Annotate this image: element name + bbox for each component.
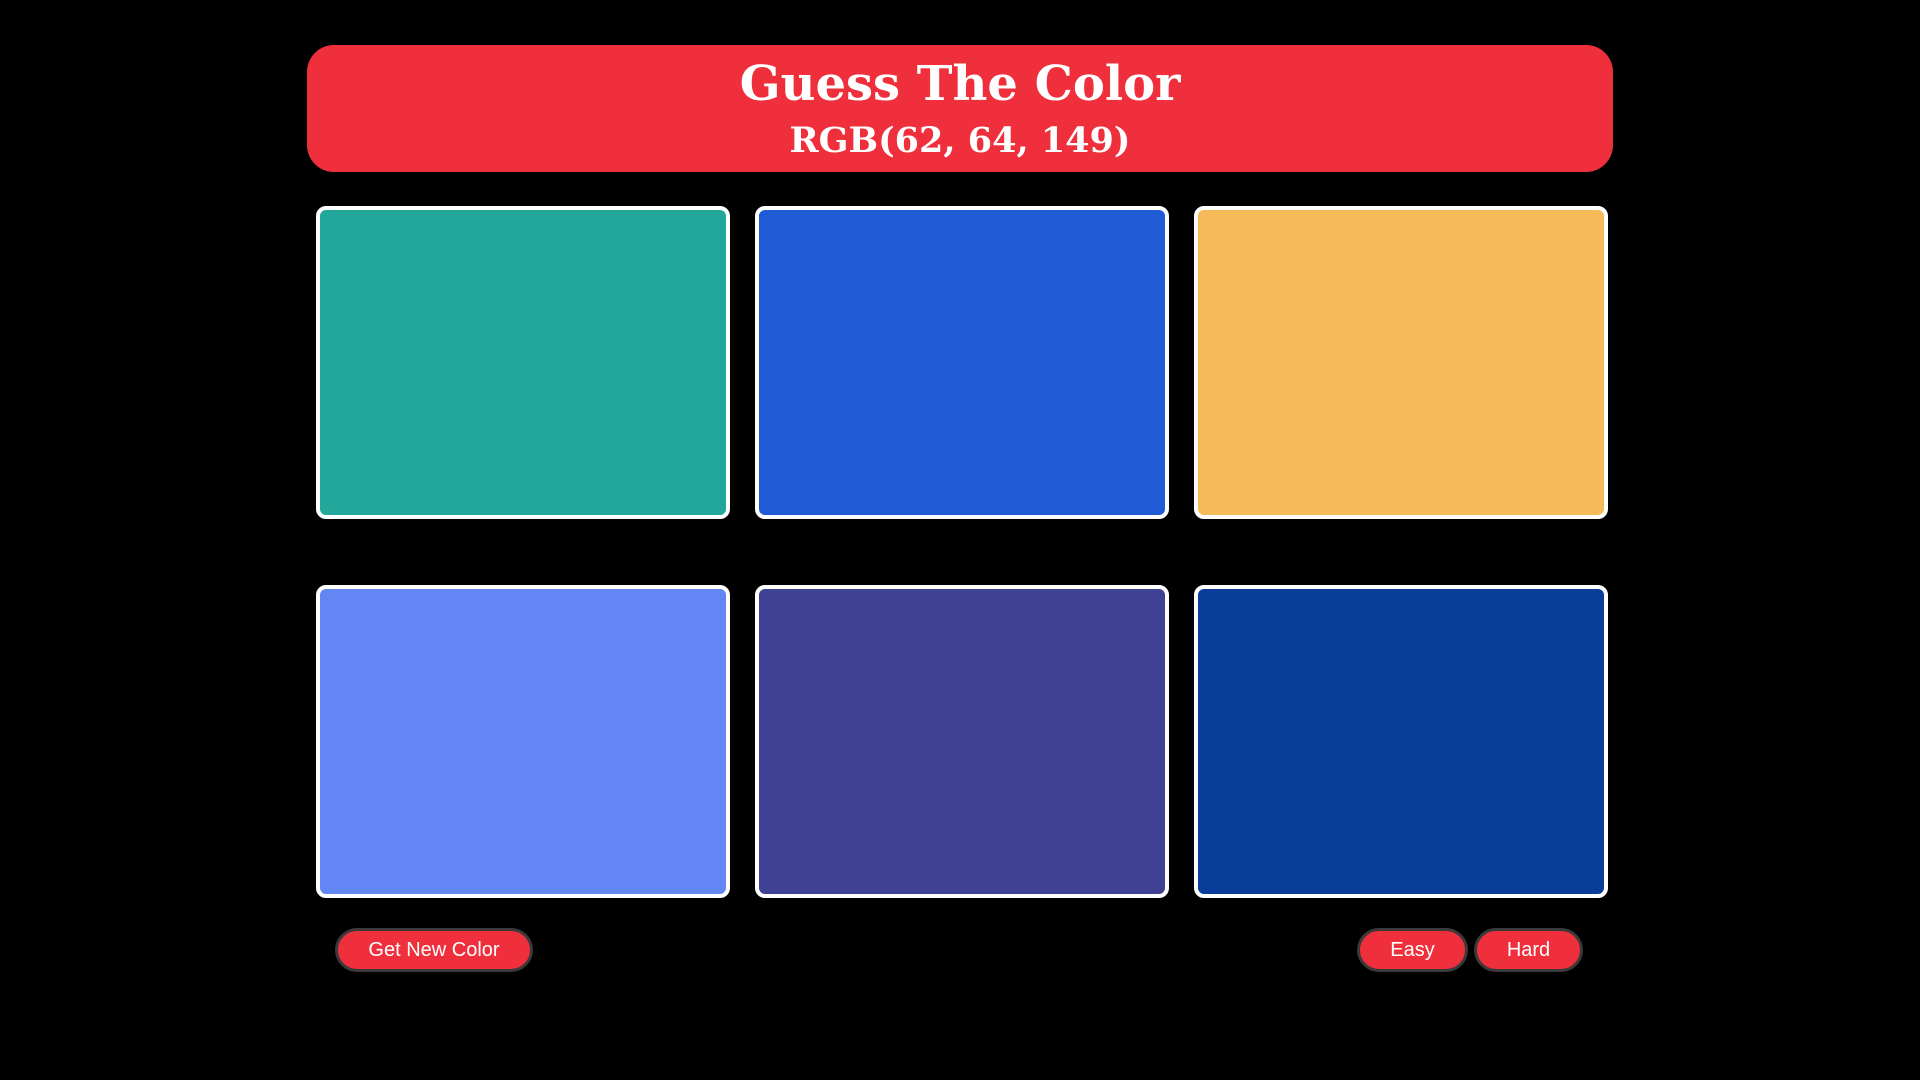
hard-mode-button[interactable]: Hard [1474,928,1583,972]
color-swatch[interactable] [755,585,1169,898]
guess-the-color-app: Guess The Color RGB(62, 64, 149) Get New… [0,0,1920,1080]
color-swatch[interactable] [316,585,730,898]
color-swatch[interactable] [755,206,1169,519]
color-swatch[interactable] [316,206,730,519]
color-swatch-grid [0,0,1920,1080]
color-swatch[interactable] [1194,206,1608,519]
color-swatch[interactable] [1194,585,1608,898]
get-new-color-button[interactable]: Get New Color [335,928,533,972]
easy-mode-button[interactable]: Easy [1357,928,1468,972]
